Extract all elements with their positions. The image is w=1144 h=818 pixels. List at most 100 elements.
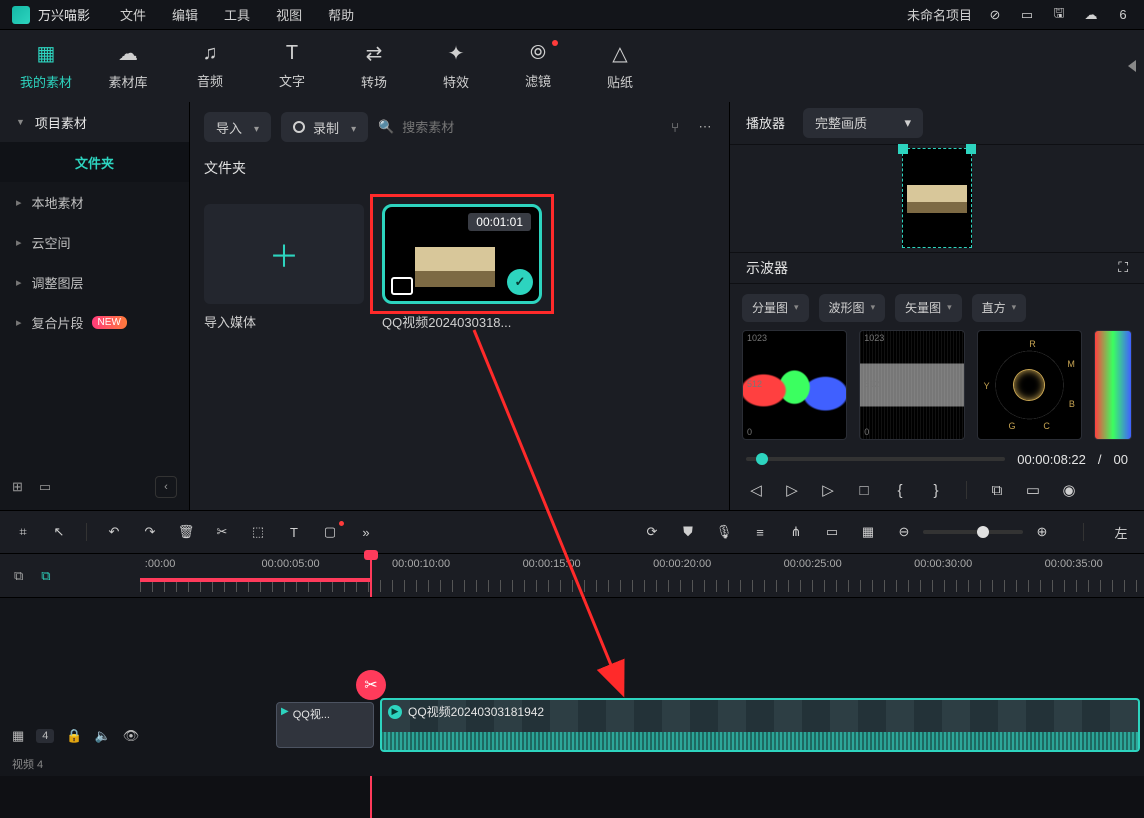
sync-ok-icon[interactable]: ⊘ [986, 7, 1004, 23]
more-tools-icon[interactable]: » [357, 525, 375, 540]
search-field[interactable]: 🔍 [378, 119, 655, 135]
add-folder-icon[interactable]: ⊞ [12, 479, 23, 495]
more-icon[interactable]: ⋯ [695, 119, 715, 135]
sidebar-item-cloud[interactable]: 云空间 [0, 222, 189, 262]
menu-tools[interactable]: 工具 [224, 5, 250, 24]
clip-title: QQ视频20240303181942 [408, 703, 544, 720]
vec-label: Y [984, 381, 990, 391]
shape-tool-icon[interactable]: ▢ [321, 524, 339, 540]
mark-out-icon[interactable]: } [926, 482, 946, 499]
sidebar-item-local[interactable]: 本地素材 [0, 182, 189, 222]
mic-icon[interactable]: 🎙 [715, 524, 733, 540]
sidebar-item-folder[interactable]: 文件夹 [0, 142, 189, 182]
tab-effects[interactable]: ✦ 特效 [430, 41, 482, 91]
zoom-slider[interactable] [923, 530, 1023, 534]
menu-help[interactable]: 帮助 [328, 5, 354, 24]
cut-icon[interactable]: ✂ [213, 524, 231, 540]
text-tool-icon[interactable]: T [285, 525, 303, 540]
filter-icon[interactable]: ⑂ [665, 120, 685, 135]
snapshot-icon[interactable]: ◉ [1059, 481, 1079, 499]
tab-transition[interactable]: ⇄ 转场 [348, 41, 400, 91]
undo-icon[interactable]: ↶ [105, 524, 123, 540]
preview-area[interactable] [730, 145, 1144, 252]
visibility-icon[interactable]: 👁 [123, 728, 140, 744]
scope-tab-histogram[interactable]: 直方 [972, 294, 1027, 322]
menu-view[interactable]: 视图 [276, 5, 302, 24]
scopes-row: 1023 512 0 1023 512 0 R M Y B G C [730, 322, 1144, 448]
scope-tab-parade[interactable]: 分量图 [742, 294, 809, 322]
play-icon[interactable]: ▷ [818, 481, 838, 499]
scope-tick: 0 [747, 427, 752, 437]
preview-frame[interactable] [902, 148, 972, 248]
timeline-clip-long[interactable]: QQ视频20240303181942 [380, 698, 1140, 752]
shield-icon[interactable]: ⛊ [679, 524, 697, 540]
ruler-label: 00:00:25:00 [784, 558, 842, 570]
tab-library[interactable]: ☁ 素材库 [102, 41, 154, 91]
next-frame-icon[interactable]: ▷ [782, 481, 802, 499]
speed-icon[interactable]: ⟳ [643, 524, 661, 540]
frame-mode-icon[interactable]: ⧉ [14, 568, 23, 584]
quality-select[interactable]: 完整画质 ▾ [803, 108, 923, 138]
markers-icon[interactable]: ⋔ [787, 524, 805, 540]
record-button[interactable]: 录制 [281, 112, 368, 142]
collapse-sidebar-icon[interactable]: ‹ [155, 476, 177, 498]
new-folder-icon[interactable]: ▭ [39, 479, 51, 495]
sidebar-item-adjustlayer[interactable]: 调整图层 [0, 262, 189, 302]
expand-scopes-icon[interactable]: ⛶ [1118, 259, 1128, 276]
import-media-card[interactable]: ＋ [204, 204, 364, 304]
video-track-icon[interactable]: ▦ [12, 728, 24, 744]
timeline-ruler[interactable]: ⧉ ⧉ :00:00 00:00:05:00 00:00:10:00 00:00… [0, 554, 1144, 598]
mute-icon[interactable]: 🔈 [95, 728, 111, 744]
scope-tab-vectorscope[interactable]: 矢量图 [895, 294, 962, 322]
save-icon[interactable]: 🖫 [1050, 4, 1068, 26]
sidebar-header[interactable]: 项目素材 [0, 102, 189, 142]
link-icon[interactable]: ⧉ [41, 568, 50, 584]
range-icon[interactable]: ▭ [823, 524, 841, 540]
timeline-clip-short[interactable]: QQ视... [276, 702, 374, 748]
cloud-library-icon: ☁ [118, 41, 138, 66]
mixer-icon[interactable]: ≡ [751, 525, 769, 540]
delete-icon[interactable]: 🗑 [177, 524, 195, 540]
vec-label: G [1009, 421, 1016, 431]
layout-icon[interactable]: ▭ [1018, 7, 1036, 23]
search-icon: 🔍 [378, 119, 394, 135]
grid-icon[interactable]: ▦ [859, 524, 877, 540]
unknown-icon[interactable]: 6 [1114, 7, 1132, 22]
zoom-out-icon[interactable]: ⊖ [895, 524, 913, 540]
tab-my-media[interactable]: ▦ 我的素材 [20, 41, 72, 91]
scope-tab-waveform[interactable]: 波形图 [819, 294, 886, 322]
tab-filters[interactable]: ⦾ 滤镜 [512, 42, 564, 90]
magnet-icon[interactable]: ⌗ [14, 524, 32, 540]
menu-edit[interactable]: 编辑 [172, 5, 198, 24]
zoom-in-icon[interactable]: ⊕ [1033, 524, 1051, 540]
player-progress-slider[interactable] [746, 457, 1005, 461]
aspect-icon[interactable]: ⧉ [987, 482, 1007, 499]
clip-duration: 00:01:01 [468, 213, 531, 231]
cut-handle-icon[interactable]: ✂ [356, 670, 386, 700]
tab-stickers[interactable]: △ 贴纸 [594, 41, 646, 91]
lock-icon[interactable]: 🔒 [66, 728, 82, 744]
sidebar-item-compound[interactable]: 复合片段 NEW [0, 302, 189, 342]
search-input[interactable] [402, 120, 522, 135]
prev-frame-icon[interactable]: ◁ [746, 481, 766, 499]
scope-waveform[interactable]: 1023 512 0 [859, 330, 964, 440]
tab-audio[interactable]: ♫ 音频 [184, 42, 236, 90]
scope-vectorscope[interactable]: R M Y B G C [977, 330, 1082, 440]
timeline-body[interactable]: ✂ QQ视... QQ视频20240303181942 ▦ 4 🔒 🔈 👁 视频… [0, 598, 1144, 776]
screenshot-device-icon[interactable]: ▭ [1023, 481, 1043, 499]
stop-icon[interactable]: □ [854, 482, 874, 499]
crop-icon[interactable]: ⬚ [249, 524, 267, 540]
tab-label: 文字 [279, 71, 305, 90]
scope-histogram[interactable] [1094, 330, 1132, 440]
media-clip-thumbnail[interactable]: 00:01:01 ✓ [382, 204, 542, 304]
redo-icon[interactable]: ↷ [141, 524, 159, 540]
pointer-icon[interactable]: ↖ [50, 524, 68, 540]
import-button[interactable]: 导入 [204, 112, 271, 142]
ruler-label: 00:00:35:00 [1045, 558, 1103, 570]
scope-parade[interactable]: 1023 512 0 [742, 330, 847, 440]
cloud-icon[interactable]: ☁ [1082, 7, 1100, 23]
main-row: 项目素材 文件夹 本地素材 云空间 调整图层 复合片段 NEW ⊞ ▭ ‹ 导入… [0, 102, 1144, 510]
tab-text[interactable]: T 文字 [266, 42, 318, 90]
mark-in-icon[interactable]: { [890, 482, 910, 499]
menu-file[interactable]: 文件 [120, 5, 146, 24]
